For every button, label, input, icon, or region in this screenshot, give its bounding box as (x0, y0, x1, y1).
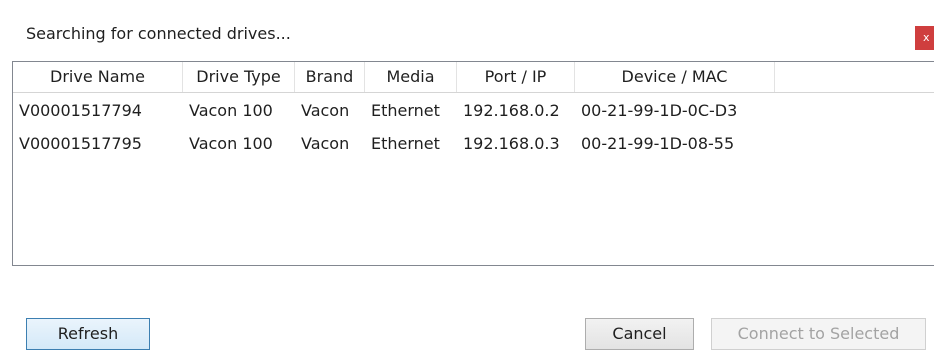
column-header-drive-name[interactable]: Drive Name (13, 62, 183, 92)
cell-drive-type: Vacon 100 (189, 134, 273, 153)
cell-drive-type: Vacon 100 (189, 101, 273, 120)
cancel-button[interactable]: Cancel (585, 318, 694, 350)
cell-port-ip: 192.168.0.3 (463, 134, 560, 153)
cell-device-mac: 00-21-99-1D-0C-D3 (581, 101, 738, 120)
list-header: Drive Name Drive Type Brand Media Port /… (13, 62, 934, 93)
connect-to-selected-button[interactable]: Connect to Selected (711, 318, 926, 350)
cell-media: Ethernet (371, 134, 440, 153)
cell-drive-name: V00001517795 (19, 134, 142, 153)
close-button[interactable]: x (915, 26, 934, 50)
cell-device-mac: 00-21-99-1D-08-55 (581, 134, 735, 153)
column-header-port-ip[interactable]: Port / IP (457, 62, 575, 92)
column-header-brand[interactable]: Brand (295, 62, 365, 92)
column-header-drive-type[interactable]: Drive Type (183, 62, 295, 92)
column-header-device-mac[interactable]: Device / MAC (575, 62, 775, 92)
cell-port-ip: 192.168.0.2 (463, 101, 560, 120)
close-icon: x (923, 31, 930, 44)
cell-brand: Vacon (301, 101, 350, 120)
refresh-button[interactable]: Refresh (26, 318, 150, 350)
column-header-media[interactable]: Media (365, 62, 457, 92)
table-row[interactable]: V00001517795 Vacon 100 Vacon Ethernet 19… (13, 132, 934, 156)
drives-list[interactable]: Drive Name Drive Type Brand Media Port /… (12, 61, 934, 266)
dialog-title: Searching for connected drives... (26, 24, 291, 43)
cell-media: Ethernet (371, 101, 440, 120)
cell-drive-name: V00001517794 (19, 101, 142, 120)
table-row[interactable]: V00001517794 Vacon 100 Vacon Ethernet 19… (13, 99, 934, 123)
drive-search-dialog: Searching for connected drives... x Driv… (0, 0, 934, 361)
cell-brand: Vacon (301, 134, 350, 153)
